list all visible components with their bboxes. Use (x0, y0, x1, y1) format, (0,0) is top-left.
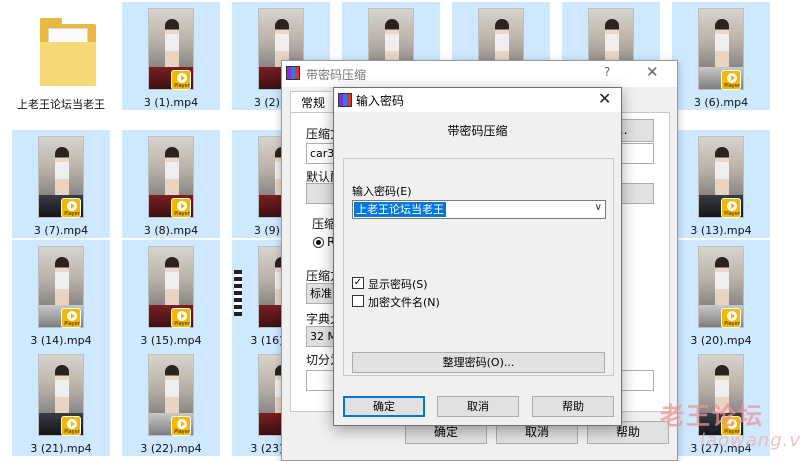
video-file-item[interactable]: Player 3 (20).mp4 (672, 240, 770, 348)
file-label: 3 (20).mp4 (690, 334, 752, 347)
video-file-item[interactable]: Player 3 (22).mp4 (122, 348, 220, 456)
file-label: 3 (7).mp4 (33, 224, 89, 237)
help-button[interactable]: 帮助 (532, 396, 614, 417)
winrar-app-icon (338, 93, 352, 107)
player-icon: Player (721, 308, 741, 328)
dialog-titlebar: 带密码压缩 ? ✕ (282, 61, 677, 87)
password-dialog: 输入密码 ✕ 带密码压缩 输入密码(E) 上老王论坛当老王 ∨ ✓ 显示密码(S… (333, 87, 622, 426)
dialog-title: 带密码压缩 (306, 68, 367, 82)
password-label: 输入密码(E) (352, 185, 412, 198)
dialog-title: 输入密码 (356, 94, 405, 108)
password-input[interactable]: 上老王论坛当老王 ∨ (352, 200, 606, 219)
file-label: 3 (1).mp4 (143, 96, 199, 109)
video-file-item[interactable]: Player 3 (7).mp4 (12, 130, 110, 238)
folder-item[interactable]: 上老王论坛当老王 (12, 2, 110, 111)
watermark-text: 老王论坛 (660, 402, 764, 430)
dialog-heading: 带密码压缩 (447, 124, 508, 138)
cancel-button[interactable]: 取消 (437, 396, 519, 417)
password-value: 上老王论坛当老王 (354, 202, 446, 217)
file-label: 3 (13).mp4 (690, 224, 752, 237)
file-label: 3 (14).mp4 (30, 334, 92, 347)
winrar-app-icon (286, 66, 300, 80)
video-file-item[interactable]: Player 3 (14).mp4 (12, 240, 110, 348)
file-label: 3 (15).mp4 (140, 334, 202, 347)
ok-button[interactable]: 确定 (343, 396, 425, 417)
dialog-titlebar: 输入密码 ✕ (334, 88, 621, 112)
file-label: 3 (22).mp4 (140, 442, 202, 455)
video-file-item[interactable]: Player 3 (21).mp4 (12, 348, 110, 456)
file-label: 3 (6).mp4 (693, 96, 749, 109)
folder-icon (40, 18, 96, 88)
player-icon: Player (721, 70, 741, 90)
file-label: 上老王论坛当老王 (17, 98, 105, 111)
player-icon: Player (171, 198, 191, 218)
chevron-down-icon[interactable]: ∨ (595, 202, 602, 213)
help-icon[interactable]: ? (604, 65, 610, 79)
video-file-item[interactable]: Player 3 (6).mp4 (672, 2, 770, 110)
video-file-item[interactable]: Player 3 (13).mp4 (672, 130, 770, 238)
organize-passwords-button[interactable]: 整理密码(O)... (352, 352, 605, 373)
encrypt-filenames-label: 加密文件名(N) (368, 296, 440, 309)
show-password-label: 显示密码(S) (368, 278, 428, 291)
file-label: 3 (21).mp4 (30, 442, 92, 455)
film-strip-icon (234, 270, 242, 316)
video-file-item[interactable]: Player 3 (8).mp4 (122, 130, 220, 238)
file-label: 3 (8).mp4 (143, 224, 199, 237)
video-file-item[interactable]: Player 3 (1).mp4 (122, 2, 220, 110)
player-icon: Player (171, 70, 191, 90)
tab-general[interactable]: 常规 (290, 91, 336, 113)
player-icon: Player (171, 308, 191, 328)
format-rar-radio[interactable] (313, 237, 324, 248)
player-icon: Player (61, 308, 81, 328)
watermark-url: laowang.vip (700, 430, 800, 451)
player-icon: Player (721, 198, 741, 218)
player-icon: Player (61, 198, 81, 218)
video-file-item[interactable]: Player 3 (15).mp4 (122, 240, 220, 348)
player-icon: Player (171, 416, 191, 436)
close-icon[interactable]: ✕ (598, 89, 611, 108)
player-icon: Player (61, 416, 81, 436)
show-password-checkbox[interactable]: ✓ (352, 277, 364, 289)
encrypt-filenames-checkbox[interactable] (352, 295, 364, 307)
close-icon[interactable]: ✕ (646, 63, 659, 81)
